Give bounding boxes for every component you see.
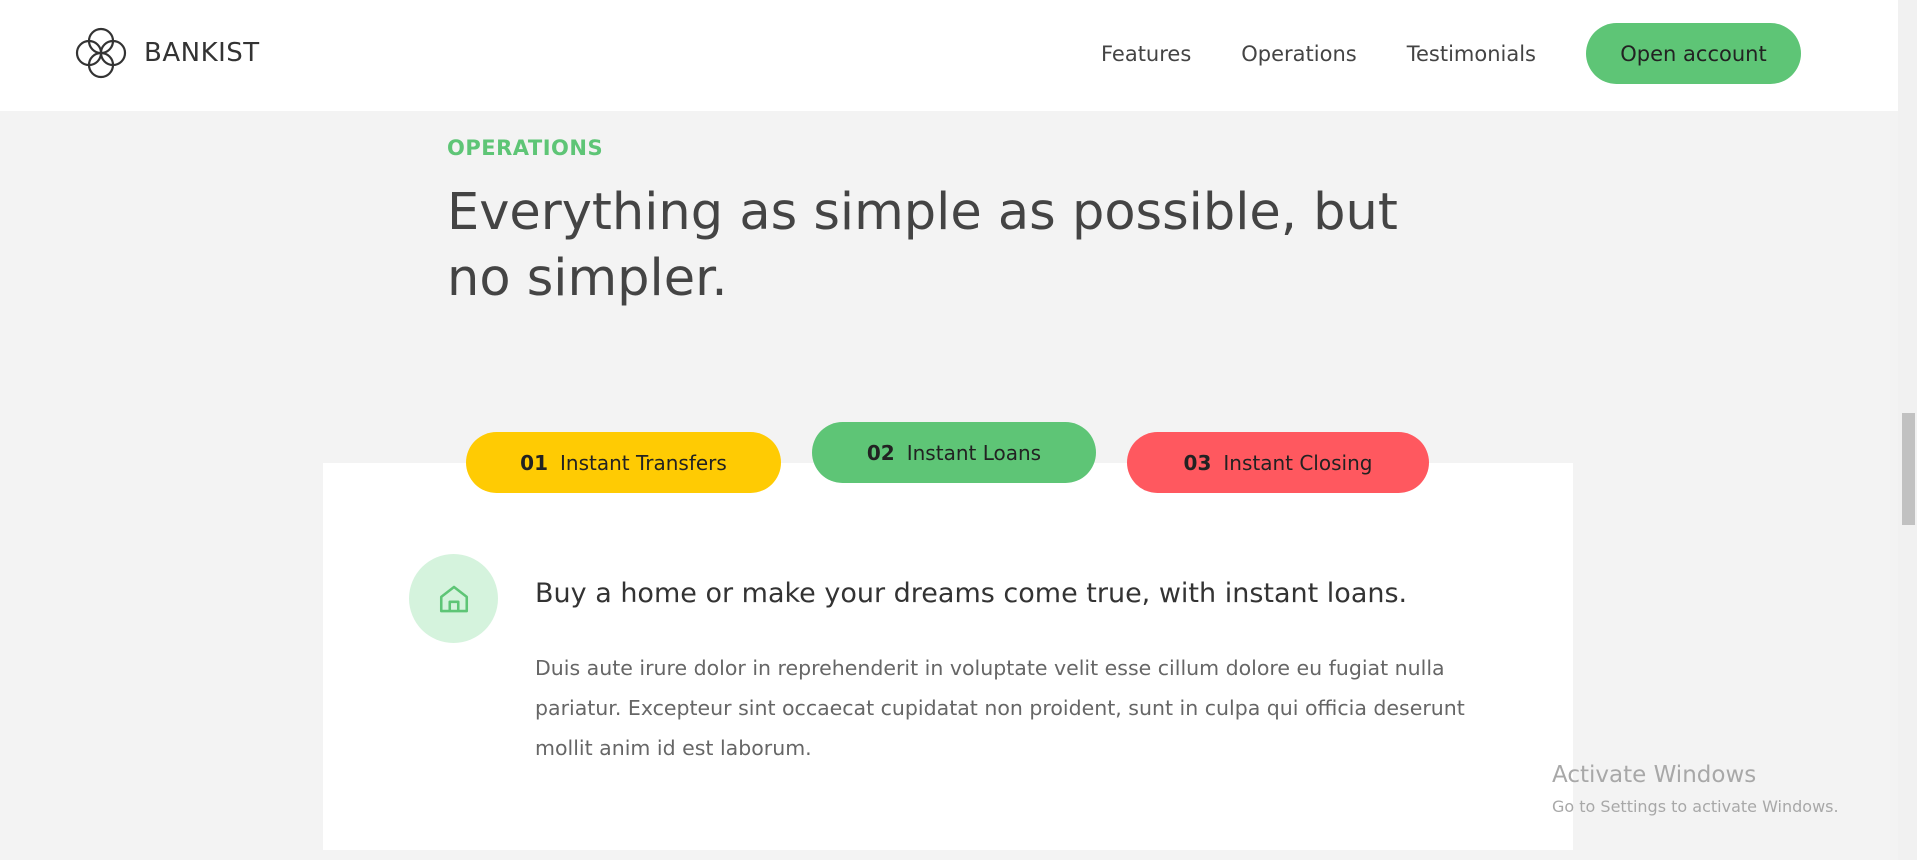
scrollbar-thumb[interactable] (1902, 413, 1915, 525)
section-title: Everything as simple as possible, but no… (447, 183, 1398, 308)
windows-watermark-subtitle: Go to Settings to activate Windows. (1552, 797, 1839, 816)
brand-logo[interactable]: BANKIST (72, 24, 260, 82)
tab-instant-closing[interactable]: 03 Instant Closing (1127, 432, 1429, 493)
tab-instant-loans[interactable]: 02 Instant Loans (812, 422, 1096, 483)
vertical-scrollbar[interactable] (1898, 0, 1917, 860)
tab-label: Instant Loans (906, 440, 1042, 465)
site-header: BANKIST Features Operations Testimonials… (0, 0, 1898, 111)
tab-number: 01 (520, 450, 549, 475)
section-label: OPERATIONS (447, 136, 604, 160)
nav-link-testimonials[interactable]: Testimonials (1407, 42, 1536, 66)
bankist-logo-icon (75, 27, 127, 79)
tab-label: Instant Closing (1223, 450, 1373, 475)
tab-label: Instant Transfers (560, 450, 727, 475)
home-icon (439, 585, 468, 612)
content-title: Buy a home or make your dreams come true… (535, 578, 1408, 609)
tab-number: 03 (1183, 450, 1212, 475)
brand-name: BANKIST (144, 38, 260, 68)
nav-link-features[interactable]: Features (1101, 42, 1191, 66)
tab-number: 02 (866, 440, 895, 465)
main-nav: Features Operations Testimonials Open ac… (1101, 23, 1898, 84)
windows-watermark-title: Activate Windows (1552, 762, 1757, 788)
content-text: Duis aute irure dolor in reprehenderit i… (535, 656, 1465, 760)
content-icon-circle (409, 554, 498, 643)
page: BANKIST Features Operations Testimonials… (0, 0, 1917, 860)
open-account-button[interactable]: Open account (1586, 23, 1801, 84)
tab-instant-transfers[interactable]: 01 Instant Transfers (466, 432, 781, 493)
nav-link-operations[interactable]: Operations (1241, 42, 1356, 66)
